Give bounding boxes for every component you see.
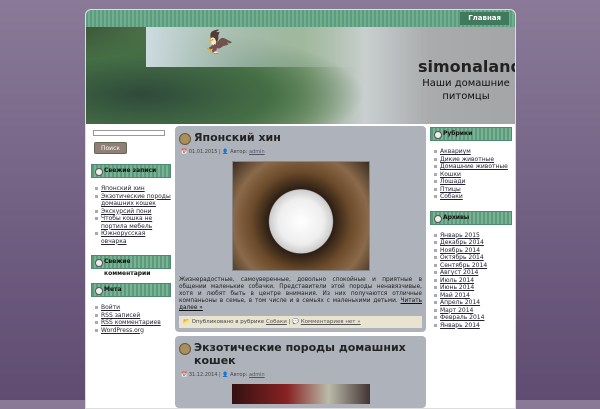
- list-item[interactable]: Май 2014: [434, 292, 512, 300]
- list-item[interactable]: Собаки: [434, 193, 512, 201]
- meta-link[interactable]: WordPress.org: [101, 327, 144, 334]
- recent-link[interactable]: Южнорусская овчарка: [101, 230, 145, 245]
- list-item[interactable]: Июль 2014: [434, 277, 512, 285]
- arch-link[interactable]: Январь 2014: [440, 322, 480, 329]
- list-item[interactable]: Домашние животные: [434, 163, 512, 171]
- cats-link[interactable]: Кошки: [440, 171, 461, 178]
- arch-link[interactable]: Ноябрь 2014: [440, 247, 480, 254]
- arch-link[interactable]: Декабрь 2014: [440, 239, 484, 246]
- list-item[interactable]: Март 2014: [434, 307, 512, 315]
- meta-link[interactable]: RSS записей: [101, 312, 140, 319]
- list-item[interactable]: Экзотические породы домашних кошек: [95, 193, 171, 208]
- list-item[interactable]: Июнь 2014: [434, 284, 512, 292]
- cats-link[interactable]: Дикие животные: [440, 156, 494, 163]
- header-sky: [146, 27, 366, 67]
- list-item[interactable]: Японский хин: [95, 185, 171, 193]
- list-item[interactable]: Войти: [95, 304, 171, 312]
- list-item[interactable]: Кошки: [434, 171, 512, 179]
- post-image: [231, 384, 370, 404]
- arch-link[interactable]: Март 2014: [440, 307, 473, 314]
- post-meta: 📅 31.12.2014 | 👤 Автор: admin: [181, 372, 265, 378]
- recent-link[interactable]: Японский хин: [101, 185, 145, 192]
- author-link[interactable]: admin: [249, 149, 265, 155]
- arch-link[interactable]: Апрель 2014: [440, 299, 480, 306]
- post-footer: 📂 Опубликовано в рубрике Собаки | 💬 Комм…: [179, 316, 422, 328]
- post-image: [231, 161, 370, 271]
- list-item[interactable]: Август 2014: [434, 269, 512, 277]
- recent-link[interactable]: Экзотические породы домашних кошек: [101, 193, 171, 208]
- post-meta: 📅 01.01.2015 | 👤 Автор: admin: [181, 149, 265, 155]
- list-item[interactable]: RSS комментариев: [95, 319, 171, 327]
- list-item[interactable]: Аквариум: [434, 148, 512, 156]
- list-item[interactable]: Январь 2014: [434, 322, 512, 330]
- list-item[interactable]: Дикие животные: [434, 156, 512, 164]
- list-item[interactable]: Февраль 2014: [434, 314, 512, 322]
- list-item[interactable]: Чтобы кошка не портила мебель: [95, 215, 171, 230]
- list-item[interactable]: Декабрь 2014: [434, 239, 512, 247]
- list-item[interactable]: Экскурсий пони: [95, 208, 171, 216]
- recent-link[interactable]: Экскурсий пони: [101, 208, 152, 215]
- cats-link[interactable]: Аквариум: [440, 148, 471, 155]
- post-excerpt: Жизнерадостные, самоуверенные, довольно …: [179, 277, 422, 312]
- list-item[interactable]: WordPress.org: [95, 327, 171, 335]
- widget-title-meta: Мета: [91, 283, 171, 297]
- arch-link[interactable]: Январь 2015: [440, 232, 480, 239]
- category-link[interactable]: Собаки: [266, 319, 287, 325]
- post: Экзотические породы домашних кошек 📅 31.…: [175, 336, 426, 408]
- content: Японский хин 📅 01.01.2015 | 👤 Автор: adm…: [175, 126, 426, 408]
- list-item[interactable]: Лошади: [434, 178, 512, 186]
- right-sidebar: Рубрики Аквариум Дикие животные Домашние ж…: [430, 127, 512, 329]
- list-item[interactable]: Птицы: [434, 186, 512, 194]
- cats-link[interactable]: Домашние животные: [440, 163, 508, 170]
- post-title[interactable]: Японский хин: [179, 131, 422, 145]
- list-item[interactable]: Южнорусская овчарка: [95, 230, 171, 245]
- top-nav: Главная: [86, 10, 515, 27]
- list-item[interactable]: RSS записей: [95, 312, 171, 320]
- arch-link[interactable]: Август 2014: [440, 269, 478, 276]
- widget-title-categories: Рубрики: [430, 127, 512, 141]
- arch-link[interactable]: Май 2014: [440, 292, 470, 299]
- cats-link[interactable]: Лошади: [440, 178, 465, 185]
- arch-link[interactable]: Июль 2014: [440, 277, 474, 284]
- header: 🦅 simonaland Наши домашние питомцы: [86, 27, 515, 124]
- list-item[interactable]: Январь 2015: [434, 232, 512, 240]
- post-date: 31.12.2014: [188, 372, 218, 378]
- widget-title-archives: Архивы: [430, 210, 512, 225]
- nav-home[interactable]: Главная: [460, 12, 509, 25]
- post-date: 01.01.2015: [188, 149, 218, 155]
- author-link[interactable]: admin: [249, 372, 265, 378]
- cats-link[interactable]: Собаки: [440, 193, 463, 200]
- meta-link[interactable]: Войти: [101, 304, 120, 311]
- cats-link[interactable]: Птицы: [440, 186, 461, 193]
- post: Японский хин 📅 01.01.2015 | 👤 Автор: adm…: [175, 126, 426, 332]
- left-sidebar: Поиск Свежие записи Японский хин Экзотич…: [91, 130, 171, 334]
- list-item[interactable]: Апрель 2014: [434, 299, 512, 307]
- comments-link[interactable]: Комментариев нет »: [301, 319, 361, 325]
- arch-link[interactable]: Февраль 2014: [440, 314, 484, 321]
- arch-link[interactable]: Июнь 2014: [440, 284, 474, 291]
- author-label: Автор:: [230, 372, 248, 378]
- arch-link[interactable]: Сентябрь 2014: [440, 262, 487, 269]
- excerpt-text: Жизнерадостные, самоуверенные, довольно …: [179, 277, 422, 304]
- post-title[interactable]: Экзотические породы домашних кошек: [179, 341, 422, 367]
- search-button[interactable]: Поиск: [94, 142, 127, 154]
- page: Главная 🦅 simonaland Наши домашние питом…: [85, 9, 516, 409]
- recent-link[interactable]: Чтобы кошка не портила мебель: [101, 215, 152, 230]
- arch-link[interactable]: Октябрь 2014: [440, 254, 484, 261]
- list-item[interactable]: Сентябрь 2014: [434, 262, 512, 270]
- search-input[interactable]: [93, 130, 165, 136]
- meta-link[interactable]: RSS комментариев: [101, 319, 161, 326]
- site-title[interactable]: simonaland: [418, 57, 515, 76]
- widget-title-recent: Свежие записи: [91, 164, 171, 178]
- author-label: Автор:: [230, 149, 248, 155]
- list-item[interactable]: Октябрь 2014: [434, 254, 512, 262]
- posted-in-label: Опубликовано в рубрике: [191, 319, 265, 325]
- widget-title-comments: Свежие комментарии: [91, 255, 171, 277]
- list-item[interactable]: Ноябрь 2014: [434, 247, 512, 255]
- site-subtitle: Наши домашние питомцы: [422, 78, 510, 102]
